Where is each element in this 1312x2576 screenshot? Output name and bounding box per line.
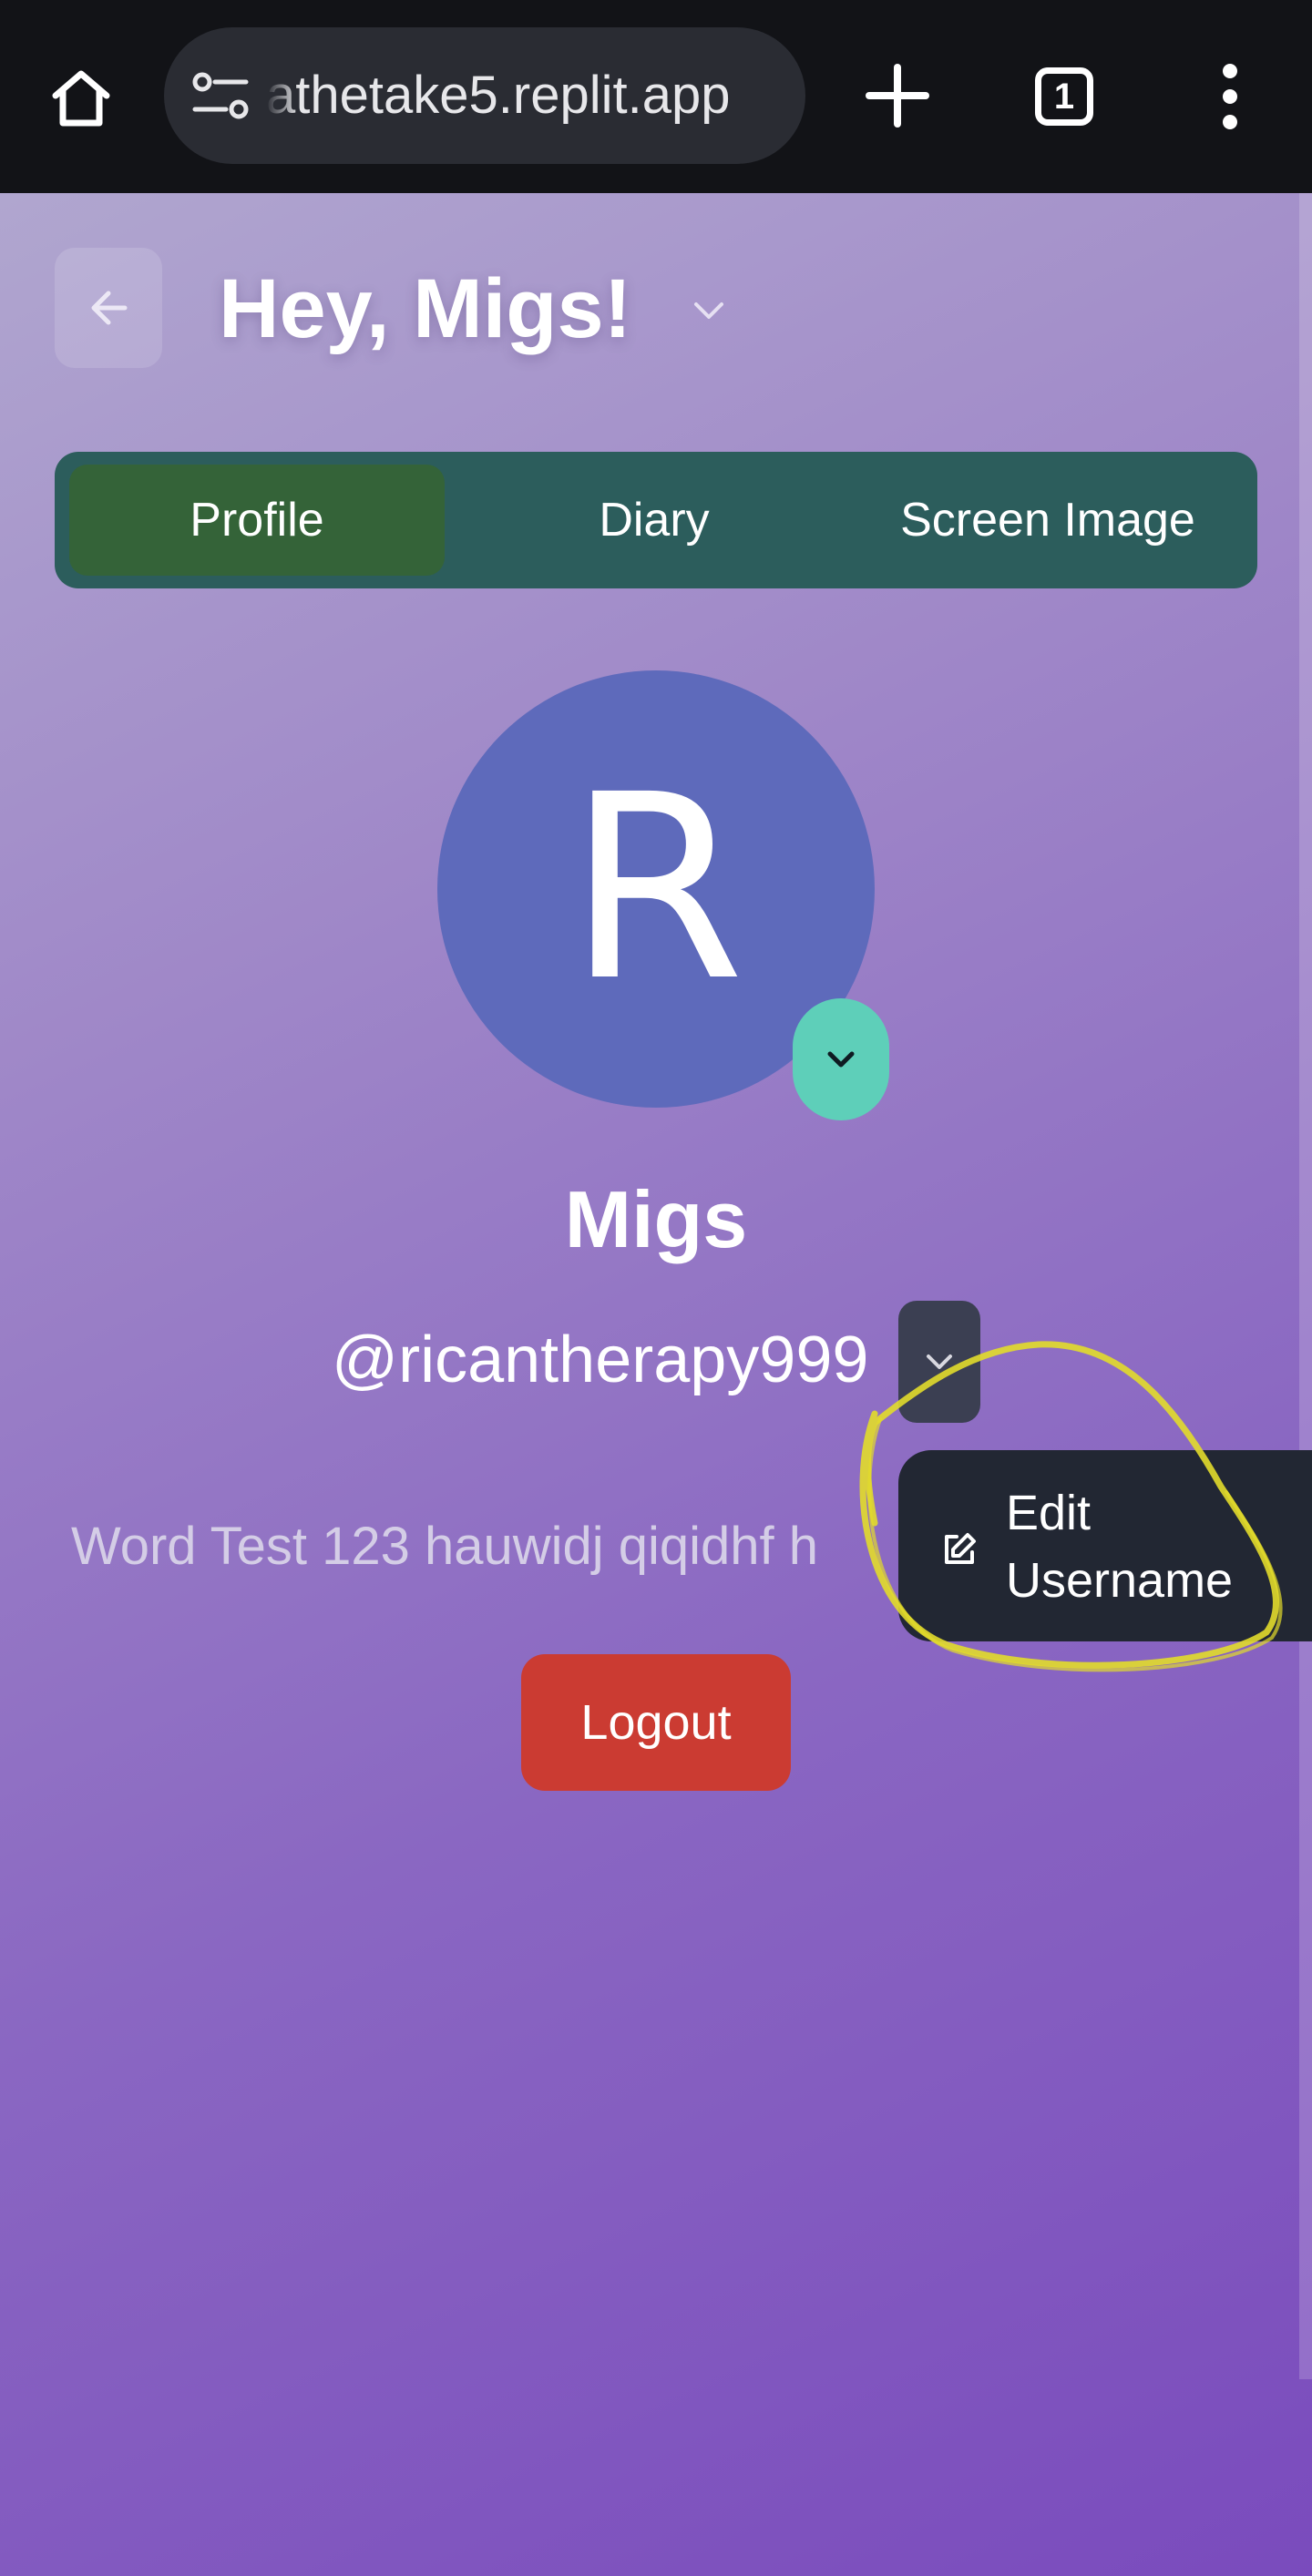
tab-diary[interactable]: Diary (466, 465, 842, 576)
tab-screen-image[interactable]: Screen Image (856, 465, 1239, 576)
chevron-down-icon (927, 1354, 952, 1369)
tab-counter-icon[interactable]: 1 (1035, 67, 1093, 126)
page-title: Hey, Migs! (219, 262, 632, 355)
profile-page: Hey, Migs! Profile Diary Screen Image R … (0, 193, 1312, 2576)
username-options-button[interactable] (898, 1301, 980, 1423)
url-text[interactable]: athetake5.replit.app (266, 55, 787, 137)
username-dropdown-menu: Edit Username (898, 1450, 1312, 1641)
site-settings-icon[interactable] (191, 71, 250, 122)
avatar-options-button[interactable] (793, 998, 889, 1120)
scrollbar[interactable] (1299, 193, 1312, 2379)
more-vertical-icon[interactable] (1203, 60, 1257, 133)
browser-toolbar: athetake5.replit.app 1 (0, 0, 1312, 193)
tab-bar: Profile Diary Screen Image (55, 452, 1257, 588)
arrow-left-icon (91, 291, 128, 325)
plus-icon[interactable] (856, 55, 938, 137)
back-button[interactable] (55, 248, 162, 368)
username: @ricantherapy999 (332, 1324, 869, 1396)
display-name: Migs (564, 1174, 748, 1264)
chevron-down-icon[interactable] (689, 290, 729, 330)
address-bar[interactable]: athetake5.replit.app (164, 27, 805, 164)
home-icon (52, 70, 110, 127)
logout-button[interactable]: Logout (521, 1654, 791, 1791)
bio-text: Word Test 123 hauwidj qiqidhf h (71, 1517, 819, 1576)
menu-item-edit-username[interactable]: Edit Username (1006, 1479, 1279, 1614)
tab-profile[interactable]: Profile (69, 465, 445, 576)
pencil-square-icon (945, 1533, 976, 1564)
chevron-down-icon (827, 1051, 855, 1068)
home-button[interactable] (40, 58, 122, 137)
